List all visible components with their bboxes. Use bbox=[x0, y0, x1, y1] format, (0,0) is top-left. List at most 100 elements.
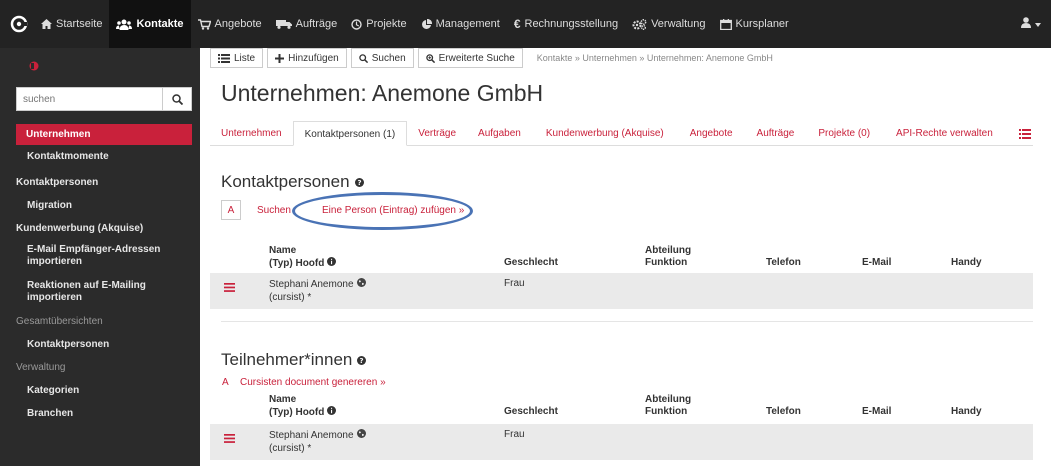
page-title: Unternehmen: Anemone GmbH bbox=[221, 80, 544, 106]
section-kontaktpersonen-title: Kontaktpersonen ? bbox=[221, 172, 364, 192]
search-link[interactable]: Suchen bbox=[257, 205, 291, 216]
nav-rechnungsstellung[interactable]: € Rechnungsstellung bbox=[507, 0, 625, 48]
user-menu[interactable] bbox=[1021, 0, 1041, 48]
tab-unternehmen[interactable]: Unternehmen bbox=[210, 121, 293, 146]
brand-logo[interactable] bbox=[4, 0, 34, 48]
nav-verwaltung[interactable]: Verwaltung bbox=[625, 0, 712, 48]
tab-vertraege[interactable]: Verträge bbox=[407, 121, 467, 146]
nav-label: Startseite bbox=[56, 18, 103, 30]
nav-label: Rechnungsstellung bbox=[524, 18, 619, 30]
plus-icon bbox=[275, 53, 285, 63]
row-gender: Frau bbox=[504, 429, 525, 440]
section-title-text: Kontaktpersonen bbox=[221, 172, 350, 191]
sidebar-search-button[interactable] bbox=[162, 87, 192, 111]
row-name-text: Stephani Anemone bbox=[269, 278, 354, 290]
sidebar-item-kontaktmomente[interactable]: Kontaktmomente bbox=[0, 151, 200, 163]
nav-startseite[interactable]: Startseite bbox=[34, 0, 109, 48]
nav-kursplaner[interactable]: Kursplaner bbox=[713, 0, 796, 48]
row-name-text: Stephani Anemone bbox=[269, 429, 354, 441]
col-type-label: (Typ) Hoofd bbox=[269, 406, 325, 418]
sidebar-search-input[interactable] bbox=[16, 87, 162, 111]
alpha-filter-a-link[interactable]: A bbox=[222, 377, 229, 388]
question-circle-icon[interactable]: ? bbox=[357, 355, 367, 365]
col-mobile: Handy bbox=[951, 257, 982, 268]
row-name[interactable]: Stephani Anemone bbox=[269, 278, 366, 291]
search-button[interactable]: Suchen bbox=[350, 48, 414, 68]
nav-label: Projekte bbox=[366, 18, 407, 30]
generate-document-link[interactable]: Cursisten document genereren » bbox=[240, 377, 386, 388]
row-menu-icon[interactable] bbox=[224, 283, 235, 296]
tab-api-rechte[interactable]: API-Rechte verwalten bbox=[882, 121, 999, 146]
tab-angebote[interactable]: Angebote bbox=[678, 121, 745, 146]
list-icon bbox=[1018, 128, 1031, 139]
col-phone: Telefon bbox=[766, 406, 801, 417]
sidebar-item-migration[interactable]: Migration bbox=[0, 200, 200, 212]
toggle-sidebar-icon[interactable] bbox=[29, 61, 39, 71]
sidebar-item-kontaktpersonen[interactable]: Kontaktpersonen bbox=[0, 177, 200, 189]
sidebar-item-kategorien[interactable]: Kategorien bbox=[0, 385, 200, 397]
alpha-filter-a-button[interactable]: A bbox=[221, 200, 241, 220]
col-gender: Geschlecht bbox=[504, 406, 558, 417]
sidebar-item-unternehmen[interactable]: Unternehmen bbox=[16, 124, 192, 145]
search-icon bbox=[171, 93, 183, 105]
toolbar: Liste Hinzufügen Suchen Erweiterte Suche… bbox=[210, 48, 773, 68]
nav-label: Verwaltung bbox=[651, 18, 706, 30]
question-circle-icon[interactable]: ? bbox=[354, 177, 364, 187]
sidebar-item-kundenwerbung[interactable]: Kundenwerbung (Akquise) bbox=[0, 223, 200, 235]
list-button-label: Liste bbox=[234, 52, 256, 64]
tab-bar: Unternehmen Kontaktpersonen (1) Verträge… bbox=[210, 121, 1033, 146]
clock-icon bbox=[351, 18, 362, 30]
tab-kontaktpersonen[interactable]: Kontaktpersonen (1) bbox=[292, 121, 408, 146]
cart-icon bbox=[197, 18, 211, 30]
section-divider bbox=[221, 321, 1033, 322]
nav-label: Kursplaner bbox=[735, 18, 789, 30]
sidebar-item-email-import[interactable]: E-Mail Empfänger-Adressen importieren bbox=[0, 244, 170, 268]
tab-projekte[interactable]: Projekte (0) bbox=[806, 121, 882, 146]
pie-chart-icon bbox=[421, 18, 432, 30]
svg-text:?: ? bbox=[360, 357, 364, 365]
cogs-icon bbox=[632, 18, 647, 30]
row-type: (cursist) * bbox=[269, 292, 312, 303]
nav-label: Aufträge bbox=[295, 18, 338, 30]
search-icon bbox=[358, 53, 368, 63]
col-type: (Typ) Hoofd bbox=[269, 257, 337, 270]
svg-text:?: ? bbox=[357, 179, 361, 187]
top-navbar: Startseite Kontakte Angebote Aufträge Pr… bbox=[0, 0, 1051, 48]
col-gender: Geschlecht bbox=[504, 257, 558, 268]
sidebar-item-reaktionen-import[interactable]: Reaktionen auf E-Mailing importieren bbox=[0, 280, 170, 304]
nav-angebote[interactable]: Angebote bbox=[191, 0, 269, 48]
chevron-down-icon bbox=[1035, 18, 1041, 30]
col-name: Name bbox=[269, 394, 297, 405]
advanced-search-label: Erweiterte Suche bbox=[438, 52, 515, 64]
calendar-icon bbox=[719, 18, 732, 30]
col-department: Abteilung bbox=[645, 245, 692, 256]
nav-kontakte[interactable]: Kontakte bbox=[109, 0, 191, 48]
tab-auftraege[interactable]: Aufträge bbox=[745, 121, 807, 146]
nav-label: Angebote bbox=[214, 18, 262, 30]
info-circle-icon[interactable] bbox=[327, 257, 337, 270]
nav-auftraege[interactable]: Aufträge bbox=[269, 0, 345, 48]
nav-projekte[interactable]: Projekte bbox=[344, 0, 413, 48]
euro-icon: € bbox=[513, 17, 521, 31]
col-name: Name bbox=[269, 245, 297, 256]
col-function: Funktion bbox=[645, 257, 688, 268]
add-button[interactable]: Hinzufügen bbox=[267, 48, 347, 68]
row-name[interactable]: Stephani Anemone bbox=[269, 429, 366, 442]
teilnehmer-table-header: Name (Typ) Hoofd Geschlecht Abteilung Fu… bbox=[210, 391, 1033, 421]
tab-more-menu[interactable] bbox=[999, 121, 1042, 146]
section-teilnehmer-title: Teilnehmer*innen ? bbox=[221, 350, 367, 370]
sidebar-item-branchen[interactable]: Branchen bbox=[0, 408, 200, 420]
info-circle-icon[interactable] bbox=[327, 406, 337, 419]
sidebar-search bbox=[16, 87, 192, 111]
truck-icon bbox=[275, 19, 292, 29]
tab-kundenwerbung[interactable]: Kundenwerbung (Akquise) bbox=[532, 121, 678, 146]
tab-aufgaben[interactable]: Aufgaben bbox=[467, 121, 532, 146]
row-menu-icon[interactable] bbox=[224, 434, 235, 447]
nav-label: Management bbox=[435, 18, 500, 30]
list-button[interactable]: Liste bbox=[210, 48, 264, 68]
sidebar-item-kontaktpersonen-overview[interactable]: Kontaktpersonen bbox=[0, 339, 200, 351]
list-icon bbox=[218, 53, 230, 63]
advanced-search-button[interactable]: Erweiterte Suche bbox=[417, 48, 523, 68]
nav-management[interactable]: Management bbox=[414, 0, 507, 48]
sidebar-heading-verwaltung: Verwaltung bbox=[16, 362, 66, 373]
